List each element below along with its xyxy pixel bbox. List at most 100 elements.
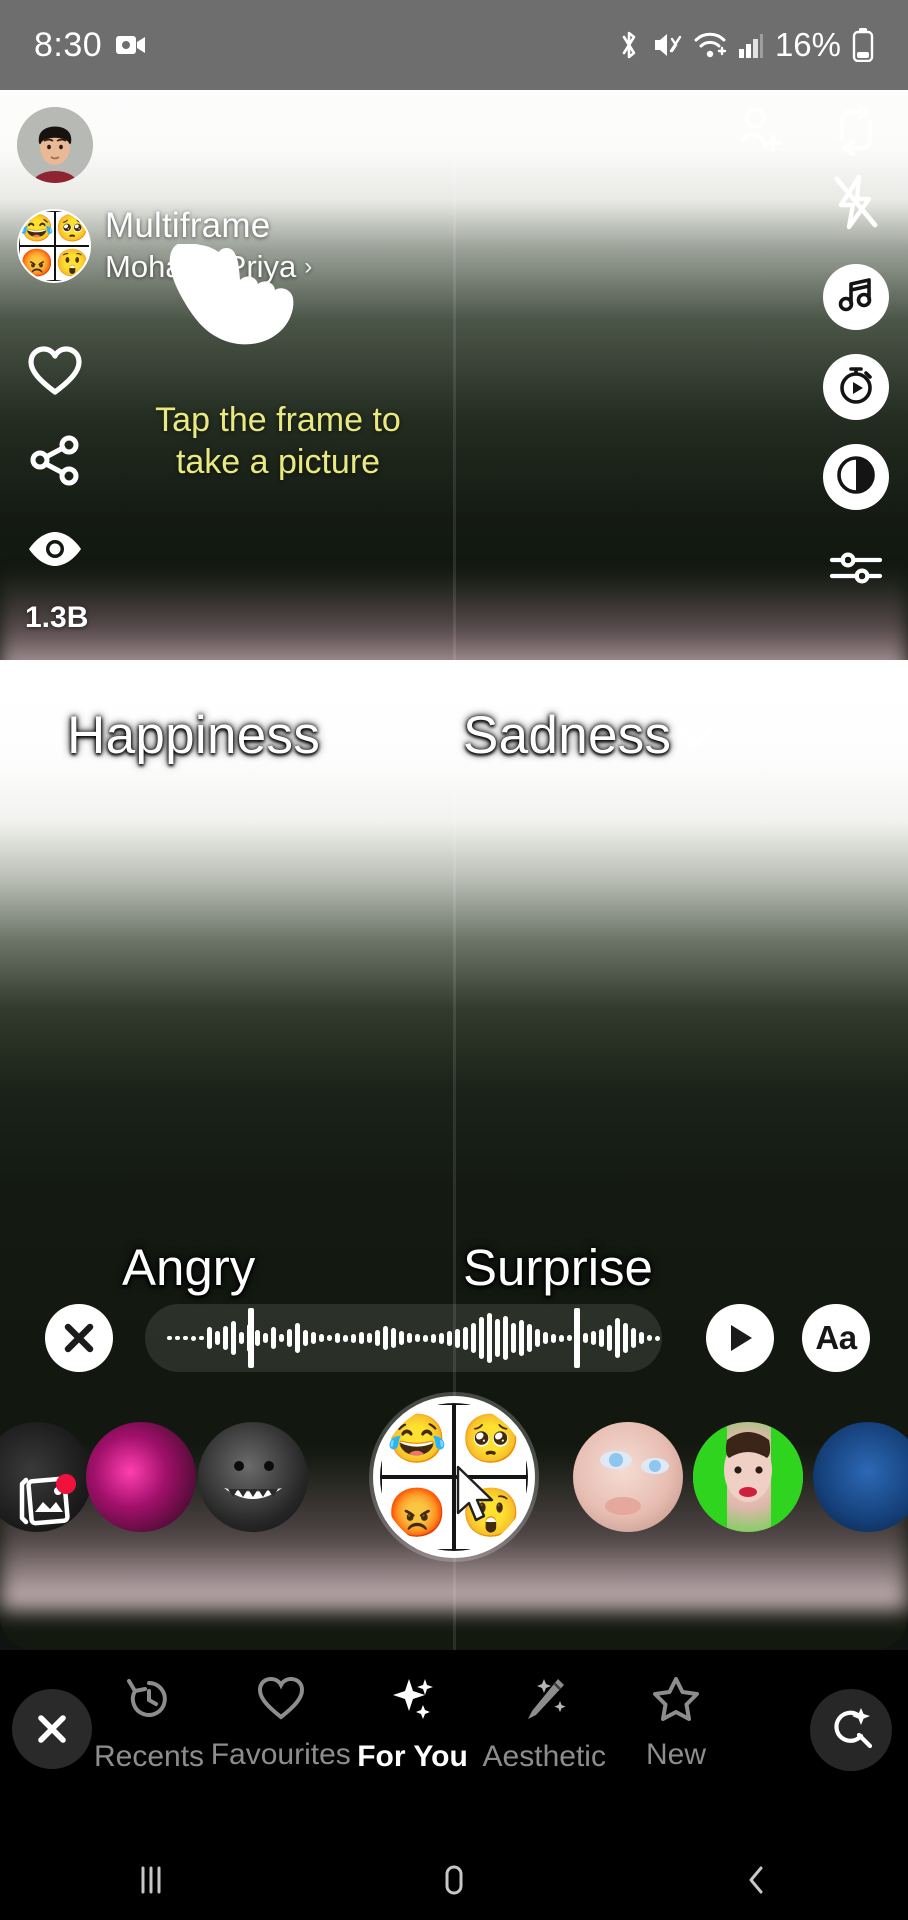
tab-favourites[interactable]: Favourites: [211, 1675, 351, 1772]
waveform-bar: [551, 1333, 556, 1343]
gallery-button[interactable]: [10, 1462, 88, 1540]
selected-quad-cell: 😡: [380, 1477, 454, 1551]
flip-camera-icon: [828, 102, 884, 163]
waveform-bar: [263, 1333, 268, 1343]
lens-thumb[interactable]: [813, 1422, 908, 1532]
tab-recents[interactable]: Recents: [85, 1675, 213, 1774]
tap-hint-text: Tap the frame to take a picture: [113, 400, 443, 484]
flash-off-button[interactable]: [820, 168, 892, 240]
audio-trim-bar: Aa: [0, 1290, 908, 1386]
home-nav-button[interactable]: [379, 1840, 529, 1920]
audio-trim-handle-start[interactable]: [248, 1308, 255, 1368]
chevron-down-icon[interactable]: [675, 721, 715, 760]
lens-thumb[interactable]: [573, 1422, 683, 1532]
waveform-bar: [311, 1332, 316, 1344]
audio-play-button[interactable]: [706, 1304, 774, 1372]
frame-label-surprise: Surprise: [463, 1239, 653, 1296]
frame-label-happiness: Happiness: [67, 706, 321, 765]
waveform-bar: [463, 1326, 468, 1350]
audio-trim-handle-end[interactable]: [574, 1308, 581, 1368]
battery-percent-label: 16%: [774, 26, 841, 63]
tab-aesthetic[interactable]: Aesthetic: [480, 1675, 608, 1774]
timer-icon: [834, 363, 878, 412]
waveform-bar: [303, 1330, 308, 1346]
waveform-bar: [543, 1332, 548, 1344]
waveform-bar: [423, 1334, 428, 1342]
waveform-bar: [415, 1334, 420, 1342]
lens-thumb[interactable]: [693, 1422, 803, 1532]
waveform-bar: [655, 1335, 660, 1341]
waveform-bar: [439, 1332, 444, 1344]
music-button[interactable]: [823, 264, 889, 330]
waveform-bar: [631, 1328, 636, 1348]
screen-record-icon: [116, 34, 146, 56]
close-lens-picker-button[interactable]: [12, 1689, 92, 1769]
tab-new[interactable]: New: [612, 1675, 740, 1772]
mute-icon: [652, 29, 682, 61]
status-bar-clock: 8:30: [34, 25, 103, 64]
heart-icon: [27, 345, 83, 402]
battery-icon: [852, 28, 874, 63]
waveform-bar: [471, 1323, 476, 1353]
adjust-button[interactable]: [820, 534, 892, 606]
status-bar-right: 16%: [617, 26, 874, 64]
waveform-bar: [295, 1323, 300, 1353]
waveform-bar: [527, 1324, 532, 1352]
flash-off-icon: [829, 173, 883, 236]
waveform-bar: [279, 1334, 284, 1342]
frame-label-sadness[interactable]: Sadness: [463, 705, 715, 766]
lens-thumb-selected[interactable]: 😂 🥺 😡 😲: [373, 1396, 535, 1558]
lens-carousel[interactable]: 😂 🥺 😡 😲: [0, 1396, 908, 1590]
add-friend-button[interactable]: [728, 103, 790, 165]
lens-thumb[interactable]: [198, 1422, 308, 1532]
preview-button[interactable]: [22, 518, 88, 584]
contrast-icon: [834, 453, 878, 502]
lens-thumb[interactable]: [86, 1422, 196, 1532]
audio-waveform[interactable]: [145, 1304, 662, 1372]
waveform-bar: [383, 1326, 388, 1350]
waveform-bar: [431, 1333, 436, 1343]
music-icon: [835, 274, 877, 321]
recents-nav-button[interactable]: [76, 1840, 226, 1920]
avatar[interactable]: [17, 107, 93, 183]
tap-hand-pointer-icon: [157, 242, 317, 374]
waveform-bar: [583, 1333, 588, 1343]
back-nav-button[interactable]: [682, 1840, 832, 1920]
add-text-button[interactable]: Aa: [802, 1304, 870, 1372]
favourite-button[interactable]: [22, 340, 88, 406]
waveform-bar: [615, 1318, 620, 1358]
waveform-bar: [215, 1331, 220, 1345]
waveform-bar: [647, 1335, 652, 1341]
timer-button[interactable]: [823, 354, 889, 420]
audio-waveform-track[interactable]: [145, 1304, 662, 1372]
android-navigation-bar: [0, 1840, 908, 1920]
waveform-bar: [231, 1321, 236, 1355]
waveform-bar: [255, 1330, 260, 1346]
waveform-bar: [183, 1336, 188, 1340]
waveform-bar: [175, 1336, 180, 1340]
contrast-button[interactable]: [823, 444, 889, 510]
frame-label-sadness-text: Sadness: [463, 706, 672, 765]
flip-camera-button[interactable]: [820, 96, 892, 168]
selected-quad-cell: 😂: [380, 1403, 454, 1477]
waveform-bar: [167, 1336, 172, 1340]
lens-thumbnail-quad[interactable]: 😂 🥺 😡 😲: [17, 208, 91, 283]
wifi-icon: [693, 30, 727, 60]
waveform-bar: [359, 1332, 364, 1344]
star-icon: [652, 1675, 700, 1726]
waveform-bar: [519, 1320, 524, 1356]
waveform-bar: [511, 1323, 516, 1353]
waveform-bar: [343, 1334, 348, 1342]
tab-for-you[interactable]: For You: [349, 1675, 477, 1774]
waveform-bar: [367, 1333, 372, 1343]
share-button[interactable]: [22, 429, 88, 495]
explore-lenses-button[interactable]: [810, 1689, 892, 1771]
heart-icon: [257, 1675, 305, 1726]
favourite-count: 1.3B: [25, 601, 89, 634]
lens-quad-cell: 😡: [19, 245, 55, 281]
waveform-bar: [495, 1319, 500, 1357]
audio-close-button[interactable]: [45, 1304, 113, 1372]
tap-hint-line2: take a picture: [175, 442, 381, 481]
mouse-cursor-icon: [455, 1465, 501, 1525]
waveform-bar: [375, 1330, 380, 1346]
